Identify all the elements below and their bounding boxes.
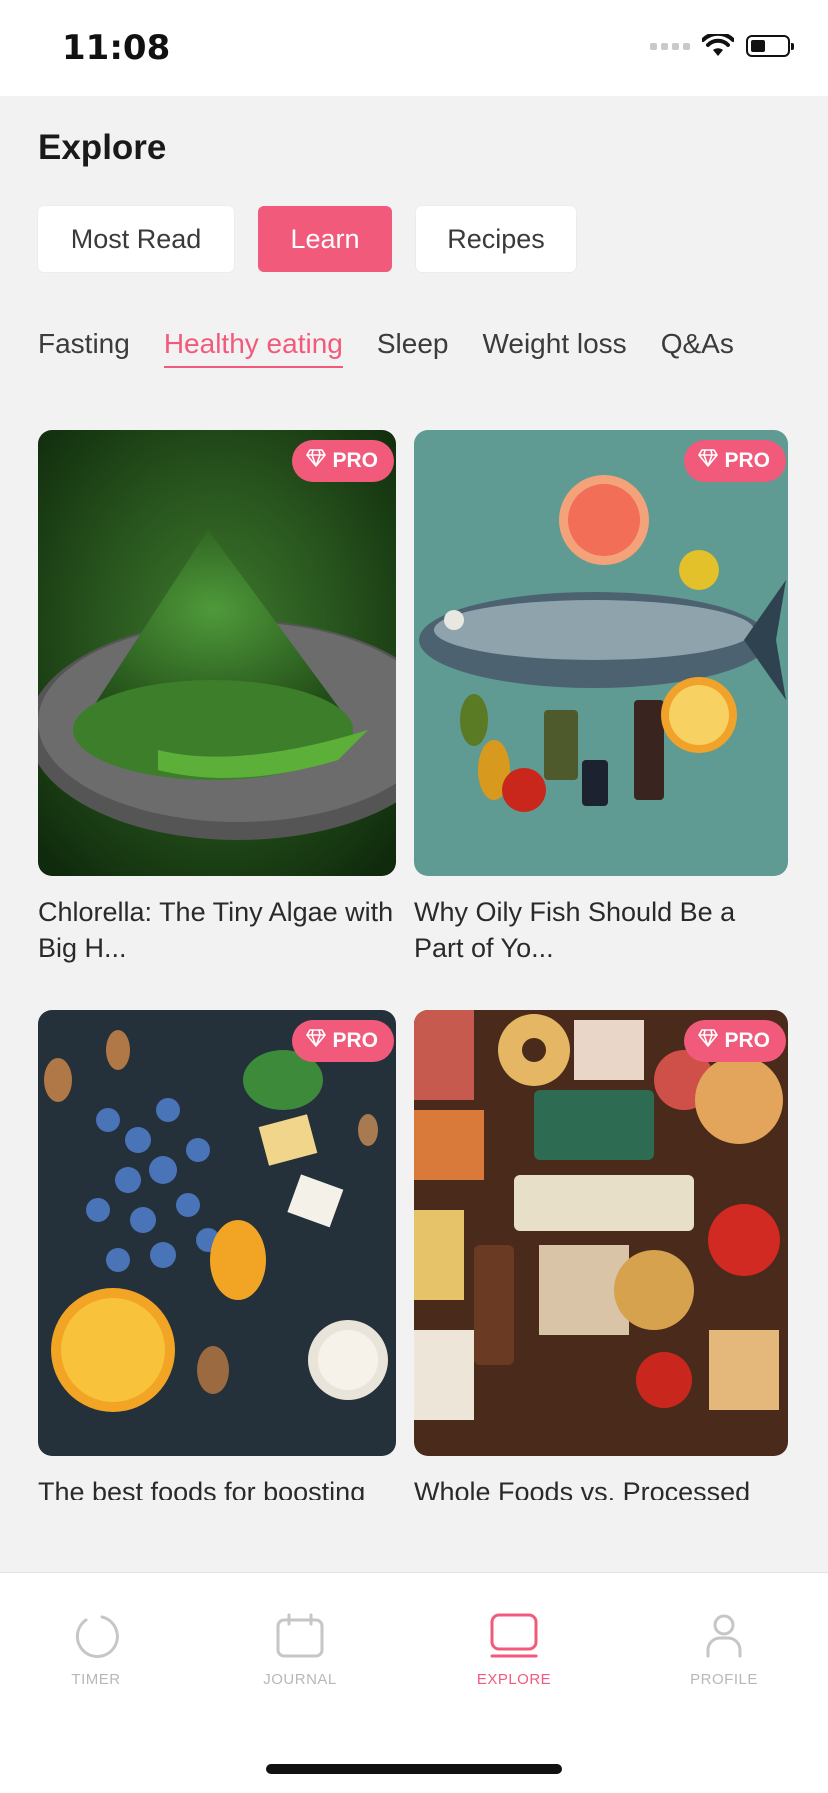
- article-card-oily-fish[interactable]: PRO Why Oily Fish Should Be a Part of Yo…: [414, 430, 788, 966]
- article-image-whole-foods: PRO: [414, 1010, 788, 1456]
- bottom-nav: TIMER JOURNAL EXPLORE PROFILE: [0, 1572, 828, 1793]
- diamond-icon: [306, 449, 327, 473]
- signal-icon: [650, 42, 690, 50]
- category-weight-loss[interactable]: Weight loss: [482, 328, 626, 368]
- explore-icon: [444, 1611, 584, 1661]
- diamond-icon: [698, 1029, 719, 1053]
- person-icon: [654, 1611, 794, 1661]
- calendar-icon: [230, 1611, 370, 1661]
- nav-journal[interactable]: JOURNAL: [230, 1611, 370, 1688]
- pro-badge: PRO: [684, 1020, 786, 1062]
- category-sleep[interactable]: Sleep: [377, 328, 449, 368]
- article-title: Chlorella: The Tiny Algae with Big H...: [38, 897, 394, 963]
- category-tabs: Fasting Healthy eating Sleep Weight loss…: [38, 328, 734, 368]
- nav-explore-label: EXPLORE: [476, 1671, 552, 1688]
- article-card-chlorella[interactable]: PRO Chlorella: The Tiny Algae with Big H…: [38, 430, 396, 966]
- nav-timer[interactable]: TIMER: [26, 1611, 166, 1688]
- diamond-icon: [698, 449, 719, 473]
- nav-profile[interactable]: PROFILE: [654, 1611, 794, 1688]
- article-image-chlorella: PRO: [38, 430, 396, 876]
- category-healthy-eating[interactable]: Healthy eating: [163, 328, 343, 368]
- article-title: Why Oily Fish Should Be a Part of Yo...: [414, 897, 736, 963]
- pro-badge-label: PRO: [724, 449, 770, 472]
- segment-recipes[interactable]: Recipes: [416, 206, 576, 272]
- home-indicator: [266, 1764, 562, 1774]
- category-fasting[interactable]: Fasting: [38, 328, 130, 368]
- category-qas[interactable]: Q&As: [661, 328, 734, 368]
- circle-icon: [26, 1611, 166, 1661]
- article-card-boosting-foods[interactable]: PRO The best foods for boosting: [38, 1010, 396, 1500]
- status-icons: [650, 34, 794, 58]
- status-time: 11:08: [62, 28, 171, 68]
- article-image-oily-fish: PRO: [414, 430, 788, 876]
- battery-icon: [746, 35, 794, 57]
- article-title: The best foods for boosting: [38, 1477, 366, 1500]
- pro-badge-label: PRO: [724, 1029, 770, 1052]
- nav-timer-label: TIMER: [71, 1671, 121, 1688]
- status-bar: 11:08: [0, 0, 828, 96]
- nav-explore[interactable]: EXPLORE: [444, 1611, 584, 1688]
- segment-most-read[interactable]: Most Read: [38, 206, 234, 272]
- pro-badge: PRO: [684, 440, 786, 482]
- article-image-boosting-foods: PRO: [38, 1010, 396, 1456]
- article-card-whole-foods[interactable]: PRO Whole Foods vs. Processed: [414, 1010, 788, 1500]
- nav-journal-label: JOURNAL: [263, 1671, 337, 1688]
- nav-profile-label: PROFILE: [690, 1671, 758, 1688]
- segment-learn[interactable]: Learn: [258, 206, 392, 272]
- pro-badge: PRO: [292, 440, 394, 482]
- page-title: Explore: [38, 128, 167, 167]
- article-title: Whole Foods vs. Processed: [414, 1477, 751, 1500]
- pro-badge-label: PRO: [332, 1029, 378, 1052]
- pro-badge-label: PRO: [332, 449, 378, 472]
- diamond-icon: [306, 1029, 327, 1053]
- wifi-icon: [702, 34, 734, 56]
- pro-badge: PRO: [292, 1020, 394, 1062]
